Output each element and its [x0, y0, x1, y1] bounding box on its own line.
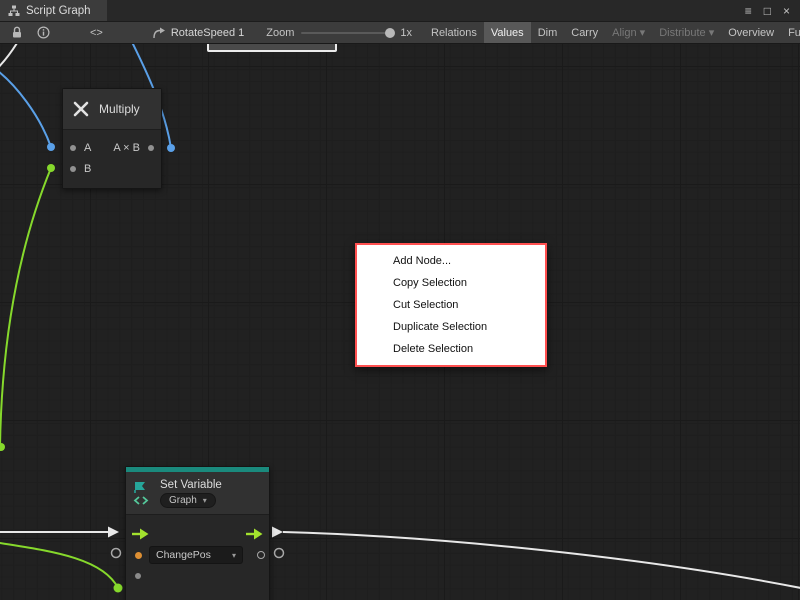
graph-breadcrumb-icon: [152, 27, 166, 39]
extra-input-port[interactable]: [135, 573, 141, 579]
input-port-b[interactable]: [70, 166, 76, 172]
partial-node-top[interactable]: [207, 44, 337, 52]
lock-button[interactable]: [4, 22, 30, 43]
tab-title: Script Graph: [26, 5, 91, 17]
lock-icon: [11, 26, 23, 39]
window-controls: ≡ □ ×: [745, 0, 800, 21]
set-variable-icon: [133, 480, 153, 506]
zoom-slider[interactable]: [301, 28, 393, 38]
multiply-node-title: Multiply: [99, 102, 140, 116]
multiply-node-body: A A × B B: [63, 129, 161, 188]
graph-name: RotateSpeed 1: [171, 27, 244, 39]
info-button[interactable]: [30, 22, 57, 43]
set-variable-title: Set Variable: [160, 479, 222, 491]
output-port[interactable]: [148, 145, 154, 151]
wire-green-bottom: [0, 542, 118, 588]
graph-toolbar: <> RotateSpeed 1 Zoom 1x Relations Value…: [0, 22, 800, 44]
variable-value-row: ChangePos ▾: [126, 547, 269, 563]
multiply-icon: [71, 99, 91, 119]
full-screen-button[interactable]: Full Screen: [781, 22, 800, 43]
menu-item-delete-selection[interactable]: Delete Selection: [357, 338, 545, 360]
variable-scope-value: Graph: [169, 495, 197, 506]
maximize-icon[interactable]: □: [764, 5, 771, 17]
tab-script-graph[interactable]: Script Graph: [0, 0, 107, 21]
code-view-button[interactable]: <>: [83, 22, 110, 43]
wire-white-topleft: [0, 44, 20, 72]
relations-button[interactable]: Relations: [424, 22, 484, 43]
dim-button[interactable]: Dim: [531, 22, 565, 43]
window-titlebar: Script Graph ≡ □ ×: [0, 0, 800, 22]
input-port-a[interactable]: [70, 145, 76, 151]
toolbar-buttons: Relations Values Dim Carry Align ▾ Distr…: [424, 22, 800, 43]
zoom-slider-track: [301, 32, 393, 34]
outer-port-left: [112, 549, 121, 558]
multiply-node[interactable]: Multiply A A × B B: [62, 88, 162, 189]
multiply-node-header[interactable]: Multiply: [63, 89, 161, 129]
menu-item-copy-selection[interactable]: Copy Selection: [357, 272, 545, 294]
code-icon: <>: [90, 27, 103, 39]
set-variable-node[interactable]: Set Variable Graph ▾: [125, 466, 270, 600]
wire-arrowhead-in: [108, 527, 119, 538]
zoom-control: Zoom 1x: [266, 22, 412, 43]
wire-endpoint-blue-a: [47, 143, 55, 151]
info-icon: [37, 26, 50, 39]
zoom-label: Zoom: [266, 27, 294, 39]
flow-input-arrow-icon[interactable]: [132, 528, 149, 540]
extra-port-row: [126, 568, 269, 584]
port-label-b: B: [84, 163, 91, 175]
menu-item-duplicate-selection[interactable]: Duplicate Selection: [357, 316, 545, 338]
variable-name-dropdown[interactable]: ChangePos ▾: [149, 546, 243, 564]
set-variable-header[interactable]: Set Variable Graph ▾: [126, 472, 269, 514]
zoom-value: 1x: [400, 27, 412, 39]
wire-endpoint-blue-out: [167, 144, 175, 152]
close-icon[interactable]: ×: [783, 5, 790, 17]
distribute-dropdown-button[interactable]: Distribute ▾: [652, 22, 721, 43]
port-label-a: A: [84, 142, 91, 154]
multiply-row-b: B: [63, 158, 161, 179]
zoom-slider-knob[interactable]: [385, 28, 395, 38]
menu-item-add-node[interactable]: Add Node...: [357, 250, 545, 272]
value-output-port[interactable]: [257, 551, 265, 559]
port-label-output: A × B: [113, 142, 140, 154]
script-graph-icon: [8, 5, 20, 17]
wire-endpoint-green-edge: [0, 443, 5, 451]
flow-port-row: [126, 521, 269, 547]
graph-context-menu: Add Node... Copy Selection Cut Selection…: [355, 243, 547, 367]
set-variable-texts: Set Variable Graph ▾: [160, 479, 222, 508]
flow-output-arrow-icon[interactable]: [246, 528, 263, 540]
caret-down-icon: ▾: [203, 496, 207, 505]
values-button[interactable]: Values: [484, 22, 531, 43]
multiply-row-a: A A × B: [63, 137, 161, 158]
set-variable-body: ChangePos ▾: [126, 514, 269, 600]
wire-green-input-b: [0, 168, 51, 447]
menu-item-cut-selection[interactable]: Cut Selection: [357, 294, 545, 316]
wire-blue-input-a: [0, 68, 51, 147]
wire-endpoint-green-b: [47, 164, 55, 172]
value-input-port[interactable]: [135, 552, 142, 559]
overview-button[interactable]: Overview: [721, 22, 781, 43]
wire-white-flow-out: [283, 532, 800, 589]
align-dropdown-button[interactable]: Align ▾: [605, 22, 652, 43]
window-menu-icon[interactable]: ≡: [745, 5, 752, 17]
wire-arrowhead-out: [272, 527, 283, 538]
variable-scope-dropdown[interactable]: Graph ▾: [160, 493, 216, 508]
outer-port-right: [275, 549, 284, 558]
wire-endpoint-green-bottom: [114, 584, 123, 593]
graph-breadcrumb[interactable]: RotateSpeed 1: [144, 22, 252, 43]
caret-down-icon: ▾: [232, 551, 236, 560]
carry-button[interactable]: Carry: [564, 22, 605, 43]
variable-name-value: ChangePos: [156, 549, 211, 561]
